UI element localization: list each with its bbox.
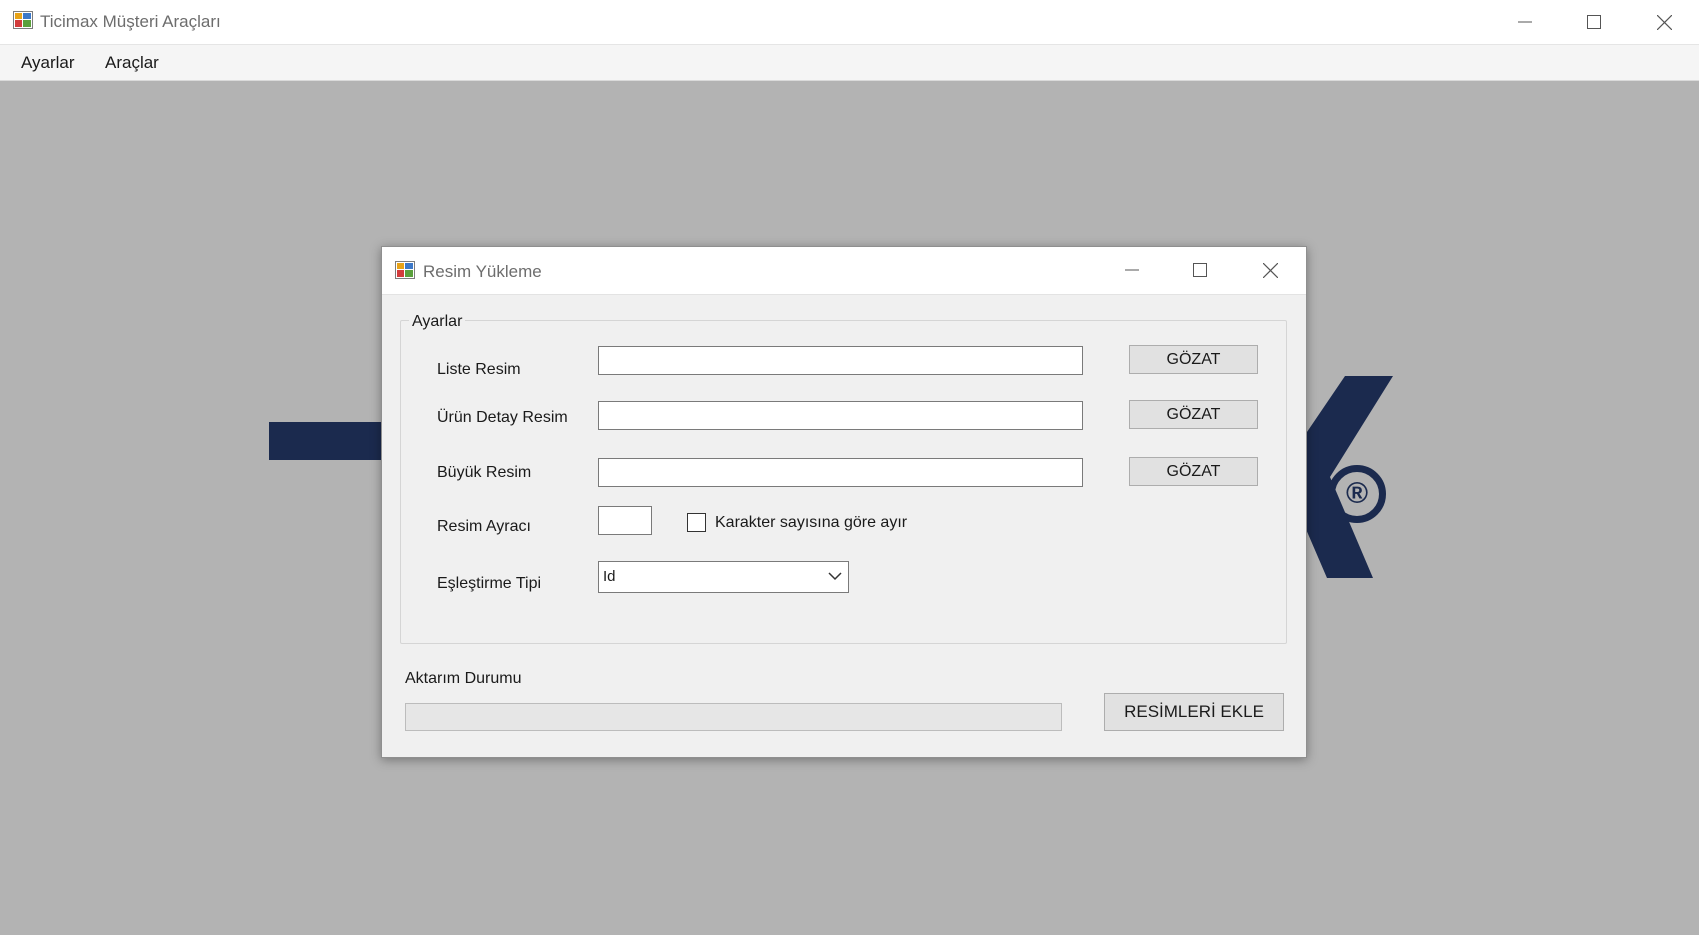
buyuk-resim-label: Büyük Resim xyxy=(437,464,532,481)
menu-ayarlar[interactable]: Ayarlar xyxy=(21,53,75,73)
dialog-title: Resim Yükleme xyxy=(423,262,542,281)
karakter-sayisi-checkbox-label[interactable]: Karakter sayısına göre ayır xyxy=(715,514,907,532)
dialog-minimize-button[interactable] xyxy=(1109,251,1155,289)
close-button[interactable] xyxy=(1641,3,1687,41)
resim-ayraci-label: Resim Ayracı xyxy=(437,518,531,535)
maximize-icon xyxy=(1587,15,1601,29)
dialog-maximize-button[interactable] xyxy=(1177,251,1223,289)
buyuk-resim-browse-button[interactable]: GÖZAT xyxy=(1129,457,1258,486)
minimize-icon xyxy=(1125,269,1139,271)
urun-detay-resim-browse-button[interactable]: GÖZAT xyxy=(1129,400,1258,429)
registered-mark: ® xyxy=(1328,465,1386,523)
app-title: Ticimax Müşteri Araçları xyxy=(40,12,221,31)
maximize-icon xyxy=(1193,263,1207,277)
aktarim-durumu-label: Aktarım Durumu xyxy=(405,670,522,687)
menu-bar: Ayarlar Araçlar xyxy=(0,45,1699,81)
dialog-window-icon xyxy=(395,261,415,279)
liste-resim-browse-button[interactable]: GÖZAT xyxy=(1129,345,1258,374)
urun-detay-resim-input[interactable] xyxy=(598,401,1083,430)
liste-resim-input[interactable] xyxy=(598,346,1083,375)
resimleri-ekle-button[interactable]: RESİMLERİ EKLE xyxy=(1104,693,1284,731)
dialog-titlebar: Resim Yükleme xyxy=(382,247,1306,295)
resim-ayraci-input[interactable] xyxy=(598,506,652,535)
resim-yukleme-dialog: Resim Yükleme Ayarlar Liste Resim GÖZAT … xyxy=(381,246,1307,758)
close-icon xyxy=(1262,262,1278,278)
eslestirme-tipi-selected: Id xyxy=(603,568,616,585)
eslestirme-tipi-dropdown[interactable]: Id xyxy=(598,561,849,593)
settings-group-title: Ayarlar xyxy=(409,313,466,331)
app-window-icon xyxy=(13,11,33,29)
aktarim-progress-bar xyxy=(405,703,1062,731)
minimize-button[interactable] xyxy=(1502,3,1548,41)
minimize-icon xyxy=(1518,21,1532,23)
close-icon xyxy=(1656,14,1672,30)
liste-resim-label: Liste Resim xyxy=(437,361,521,378)
eslestirme-tipi-label: Eşleştirme Tipi xyxy=(437,575,542,592)
app-titlebar: Ticimax Müşteri Araçları xyxy=(0,0,1699,45)
maximize-button[interactable] xyxy=(1571,3,1617,41)
chevron-down-icon xyxy=(828,572,842,581)
karakter-sayisi-checkbox[interactable] xyxy=(687,513,706,532)
buyuk-resim-input[interactable] xyxy=(598,458,1083,487)
dialog-close-button[interactable] xyxy=(1247,251,1293,289)
menu-araclar[interactable]: Araçlar xyxy=(105,53,159,73)
urun-detay-resim-label: Ürün Detay Resim xyxy=(437,409,568,426)
background-logo-bar xyxy=(269,422,389,460)
